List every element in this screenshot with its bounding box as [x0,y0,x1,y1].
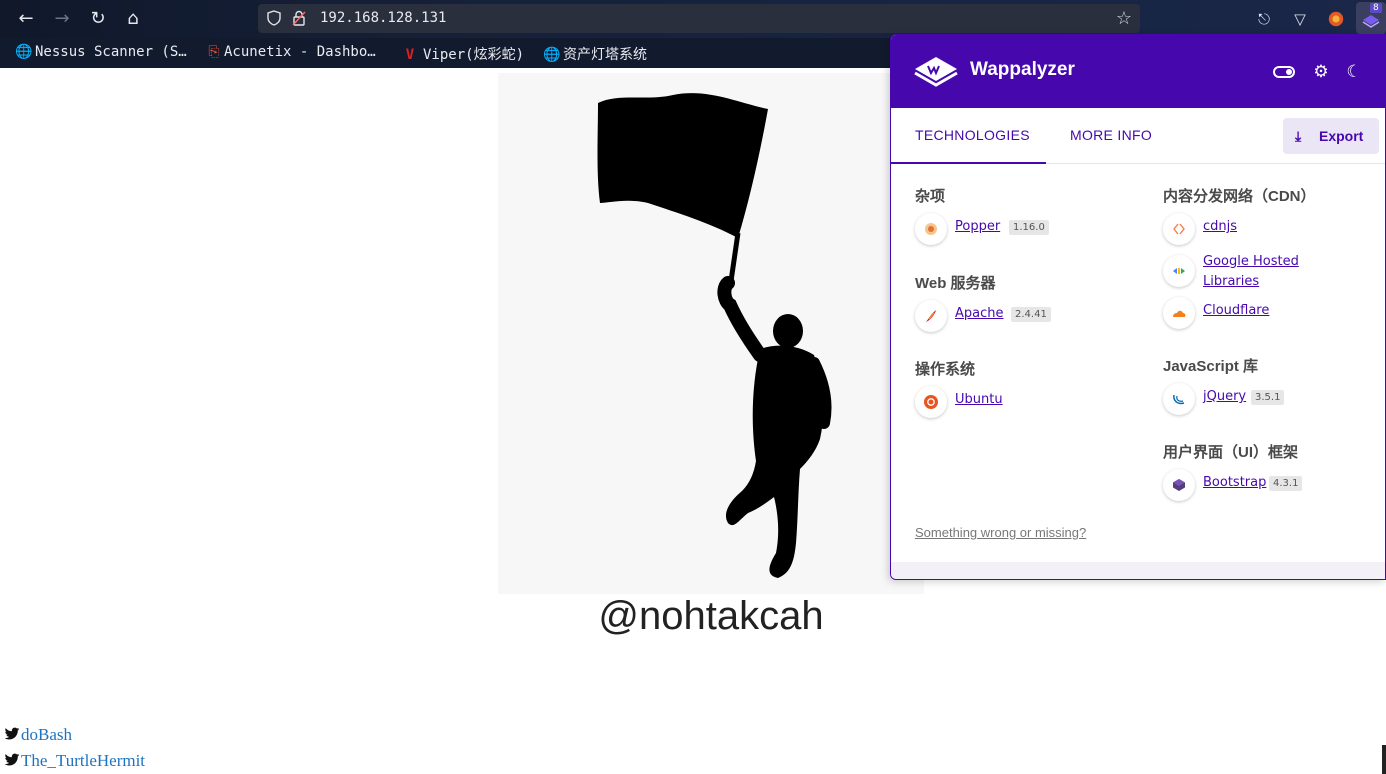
bookmark-item[interactable]: V Viper(炫彩蛇) [403,44,524,64]
cloudflare-icon [1163,297,1195,329]
twitter-icon [4,727,20,740]
tab-more-info[interactable]: MORE INFO [1070,108,1152,164]
category-title: 杂项 [915,188,946,205]
toggle-switch-icon[interactable] [1273,66,1295,78]
globe-icon: 🌐 [15,44,33,60]
reload-icon[interactable]: ↻ [86,7,110,31]
gear-icon[interactable]: ⚙ [1310,61,1332,83]
category-title: 操作系统 [915,361,976,378]
bookmark-item[interactable]: 🌐 资产灯塔系统 [543,44,647,64]
url-bar[interactable]: 192.168.128.131 ☆ [258,4,1140,33]
wappalyzer-toolbar-icon [1362,15,1380,28]
tech-name-link[interactable]: Cloudflare [1203,303,1269,318]
something-wrong-link[interactable]: Something wrong or missing? [915,525,1086,540]
twitter-link-dobash[interactable]: doBash [4,725,72,745]
tech-name-link[interactable]: cdnjs [1203,219,1237,234]
export-label: Export [1319,128,1364,144]
version-badge: 2.4.41 [1011,307,1051,322]
twitter-handle-heading: @nohtakcah [598,594,824,638]
category-title: 用户界面（UI）框架 [1163,444,1299,461]
ubuntu-icon [915,386,947,418]
twitter-link-the-turtlehermit[interactable]: The_TurtleHermit [4,751,145,771]
version-badge: 3.5.1 [1251,390,1285,405]
bookmark-item[interactable]: 🌐 Nessus Scanner (S… [15,44,187,60]
apache-icon [915,300,947,332]
tech-name-link[interactable]: Apache [955,306,1004,321]
viper-icon: V [405,47,415,63]
popper-icon [915,213,947,245]
popup-footer [891,562,1385,579]
forward-arrow-icon[interactable]: → [50,7,74,31]
bookmark-star-icon[interactable]: ☆ [1116,8,1132,29]
download-icon: ⤓ [1295,128,1302,144]
tech-name-link[interactable]: Popper [955,219,1000,234]
link-label: The_TurtleHermit [21,751,146,770]
version-badge: 4.3.1 [1269,476,1303,491]
twitter-icon [4,753,20,766]
tech-name-link[interactable]: Ubuntu [955,392,1003,407]
link-label: doBash [21,725,72,744]
bookmark-label: Acunetix - Dashbo… [224,44,376,60]
category-title: 内容分发网络（CDN） [1163,188,1316,205]
tech-name-link[interactable]: jQuery [1203,389,1246,404]
category-title: JavaScript 库 [1163,358,1259,375]
popup-header: Wappalyzer ⚙ ☾ [891,35,1385,108]
tech-name-link[interactable]: Bootstrap [1203,475,1266,490]
export-button[interactable]: ⤓ Export [1283,118,1379,154]
wappalyzer-popup: Wappalyzer ⚙ ☾ TECHNOLOGIES MORE INFO ⤓ … [890,34,1386,580]
bookmark-label: 资产灯塔系统 [563,47,647,63]
scrollbar-thumb[interactable] [1382,745,1386,774]
extension-badge: 8 [1370,3,1382,13]
bookmark-label: Viper(炫彩蛇) [423,47,525,63]
flag-silhouette-image [498,73,924,594]
acunetix-icon: ⎘ [208,44,220,60]
cdnjs-icon [1163,213,1195,245]
insecure-lock-icon[interactable] [292,10,306,26]
brand-name: Wappalyzer [970,59,1075,80]
category-title: Web 服务器 [915,275,996,292]
tab-technologies[interactable]: TECHNOLOGIES [891,108,1046,164]
tech-name-link[interactable]: Google Hosted Libraries [1203,252,1333,292]
google-hosted-libraries-icon [1163,255,1195,287]
extension-fox-icon[interactable] [1325,8,1347,30]
pocket-icon[interactable]: ▽ [1289,8,1311,30]
url-text[interactable]: 192.168.128.131 [320,10,446,26]
bookmark-item[interactable]: ⎘ Acunetix - Dashbo… [208,44,376,60]
moon-icon[interactable]: ☾ [1343,61,1365,83]
popup-tabs: TECHNOLOGIES MORE INFO ⤓ Export [891,108,1385,164]
globe-icon: 🌐 [543,47,561,63]
bookmark-label: Nessus Scanner (S… [35,44,187,60]
browser-toolbar: ← → ↻ ⌂ 192.168.128.131 ☆ ⎋ ▽ 8 [0,0,1386,38]
version-badge: 1.16.0 [1009,220,1049,235]
wappalyzer-logo-icon [914,57,958,87]
bootstrap-icon [1163,469,1195,501]
jquery-icon [1163,383,1195,415]
shield-icon[interactable] [266,10,282,26]
back-arrow-icon[interactable]: ← [14,7,38,31]
home-icon[interactable]: ⌂ [121,7,145,31]
pocket-save-icon[interactable]: ⎋ [1253,8,1275,30]
